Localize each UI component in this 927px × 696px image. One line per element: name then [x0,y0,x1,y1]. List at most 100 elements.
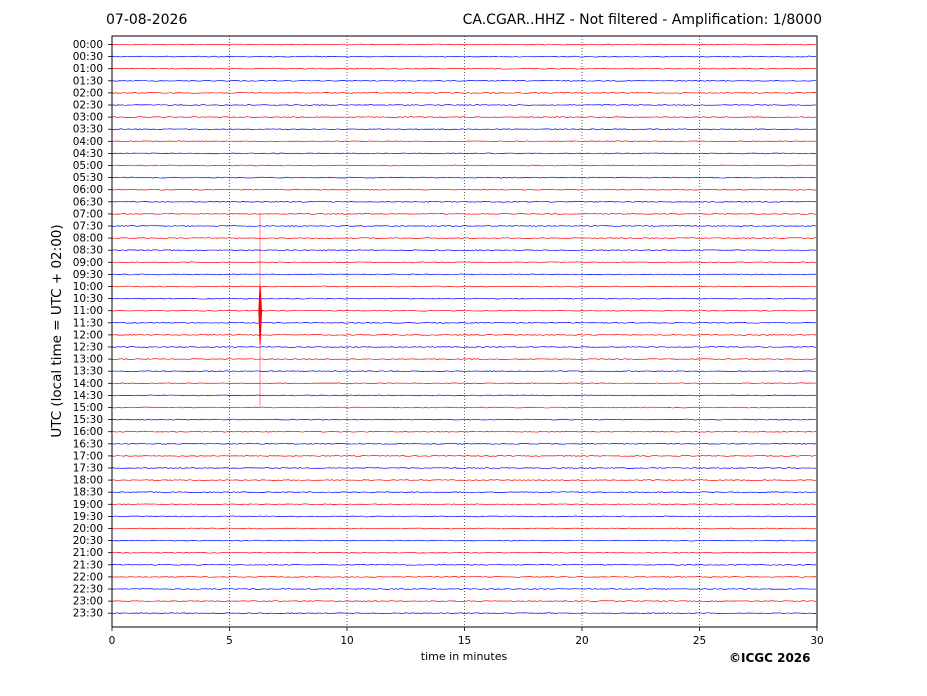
trace-1100 [111,309,817,312]
trace-0100 [111,67,817,70]
trace-1330 [111,370,817,373]
y-tick-label: 10:30 [73,293,103,305]
trace-1700 [111,455,817,457]
y-tick-label: 21:30 [73,559,103,571]
y-tick-label: 04:00 [73,136,103,148]
x-tick-label: 20 [575,635,588,647]
trace-2200 [111,576,817,578]
y-tick-label: 14:30 [73,390,103,402]
trace-0800 [111,237,817,239]
y-tick-label: 11:30 [73,317,103,329]
y-tick-label: 12:00 [73,329,103,341]
trace-1800 [111,479,817,481]
trace-0500 [111,164,817,167]
trace-1200 [111,334,817,336]
y-tick-label: 15:00 [73,402,103,414]
y-tick-label: 19:30 [73,511,103,523]
helicorder-plot: 00:0000:3001:0001:3002:0002:3003:0003:30… [73,35,824,647]
trace-2030 [111,539,817,542]
trace-0530 [111,176,817,179]
y-tick-label: 13:30 [73,366,103,378]
y-tick-label: 18:00 [73,475,103,487]
y-tick-label: 07:30 [73,221,103,233]
y-axis-label: UTC (local time = UTC + 02:00) [49,224,65,438]
x-tick-label: 25 [693,635,706,647]
trace-2100 [111,551,817,554]
y-tick-label: 05:30 [73,172,103,184]
y-tick-label: 03:30 [73,124,103,136]
trace-1130 [111,321,817,324]
trace-2130 [111,563,817,566]
trace-1430 [111,394,817,397]
trace-1530 [111,418,817,421]
y-tick-label: 02:30 [73,100,103,112]
trace-0300 [111,116,817,118]
y-tick-label: 05:00 [73,160,103,172]
y-tick-label: 22:00 [73,571,103,583]
trace-0200 [111,92,817,94]
trace-0600 [111,188,817,191]
trace-1400 [111,382,817,385]
copyright-notice: ©ICGC 2026 [729,651,811,665]
trace-2300 [111,600,817,602]
trace-1600 [111,430,817,433]
trace-1730 [111,467,817,469]
y-tick-label: 22:30 [73,584,103,596]
y-tick-label: 09:30 [73,269,103,281]
trace-1300 [111,358,816,360]
y-tick-label: 06:00 [73,184,103,196]
y-tick-label: 17:30 [73,463,103,475]
trace-0430 [111,152,817,155]
trace-0330 [111,128,817,131]
trace-0930 [111,273,817,276]
trace-0830 [111,249,817,252]
y-tick-label: 11:00 [73,305,103,317]
y-tick-label: 02:00 [73,87,103,99]
x-tick-label: 30 [810,635,823,647]
helicorder-figure: 07-08-2026 CA.CGAR..HHZ - Not filtered -… [0,0,927,696]
trace-1030 [111,297,817,300]
y-tick-label: 01:30 [73,75,103,87]
x-axis-label: time in minutes [420,650,508,663]
trace-0130 [111,79,817,82]
plot-frame [111,35,818,628]
trace-0400 [111,140,817,143]
y-tick-label: 16:00 [73,426,103,438]
y-tick-label: 00:30 [73,51,103,63]
y-tick-label: 23:30 [73,608,103,620]
event-spike-core [258,285,263,345]
y-tick-label: 07:00 [73,208,103,220]
x-tick-label: 15 [458,635,471,647]
trace-0000 [111,43,817,46]
y-tick-label: 10:00 [73,281,103,293]
y-tick-label: 14:00 [73,378,103,390]
trace-1230 [111,346,817,348]
trace-0730 [111,225,817,227]
y-tick-label: 08:30 [73,245,103,257]
trace-0230 [111,104,817,106]
y-tick-label: 06:30 [73,196,103,208]
trace-2330 [111,612,817,615]
trace-2000 [111,527,817,530]
x-tick-label: 5 [226,635,233,647]
x-tick-label: 10 [340,635,353,647]
y-tick-label: 15:30 [73,414,103,426]
trace-0630 [111,200,817,203]
y-tick-label: 23:00 [73,596,103,608]
y-tick-label: 01:00 [73,63,103,75]
trace-0030 [111,55,817,58]
y-tick-label: 03:00 [73,112,103,124]
trace-1900 [111,503,817,506]
y-tick-label: 00:00 [73,39,103,51]
y-tick-label: 16:30 [73,438,103,450]
y-tick-label: 13:00 [73,354,103,366]
trace-1630 [111,442,817,445]
trace-0700 [111,213,817,215]
y-tick-label: 09:00 [73,257,103,269]
y-tick-label: 18:30 [73,487,103,499]
y-tick-label: 20:00 [73,523,103,535]
trace-0900 [111,261,817,264]
y-tick-label: 04:30 [73,148,103,160]
y-tick-label: 21:00 [73,547,103,559]
trace-1830 [111,491,817,494]
